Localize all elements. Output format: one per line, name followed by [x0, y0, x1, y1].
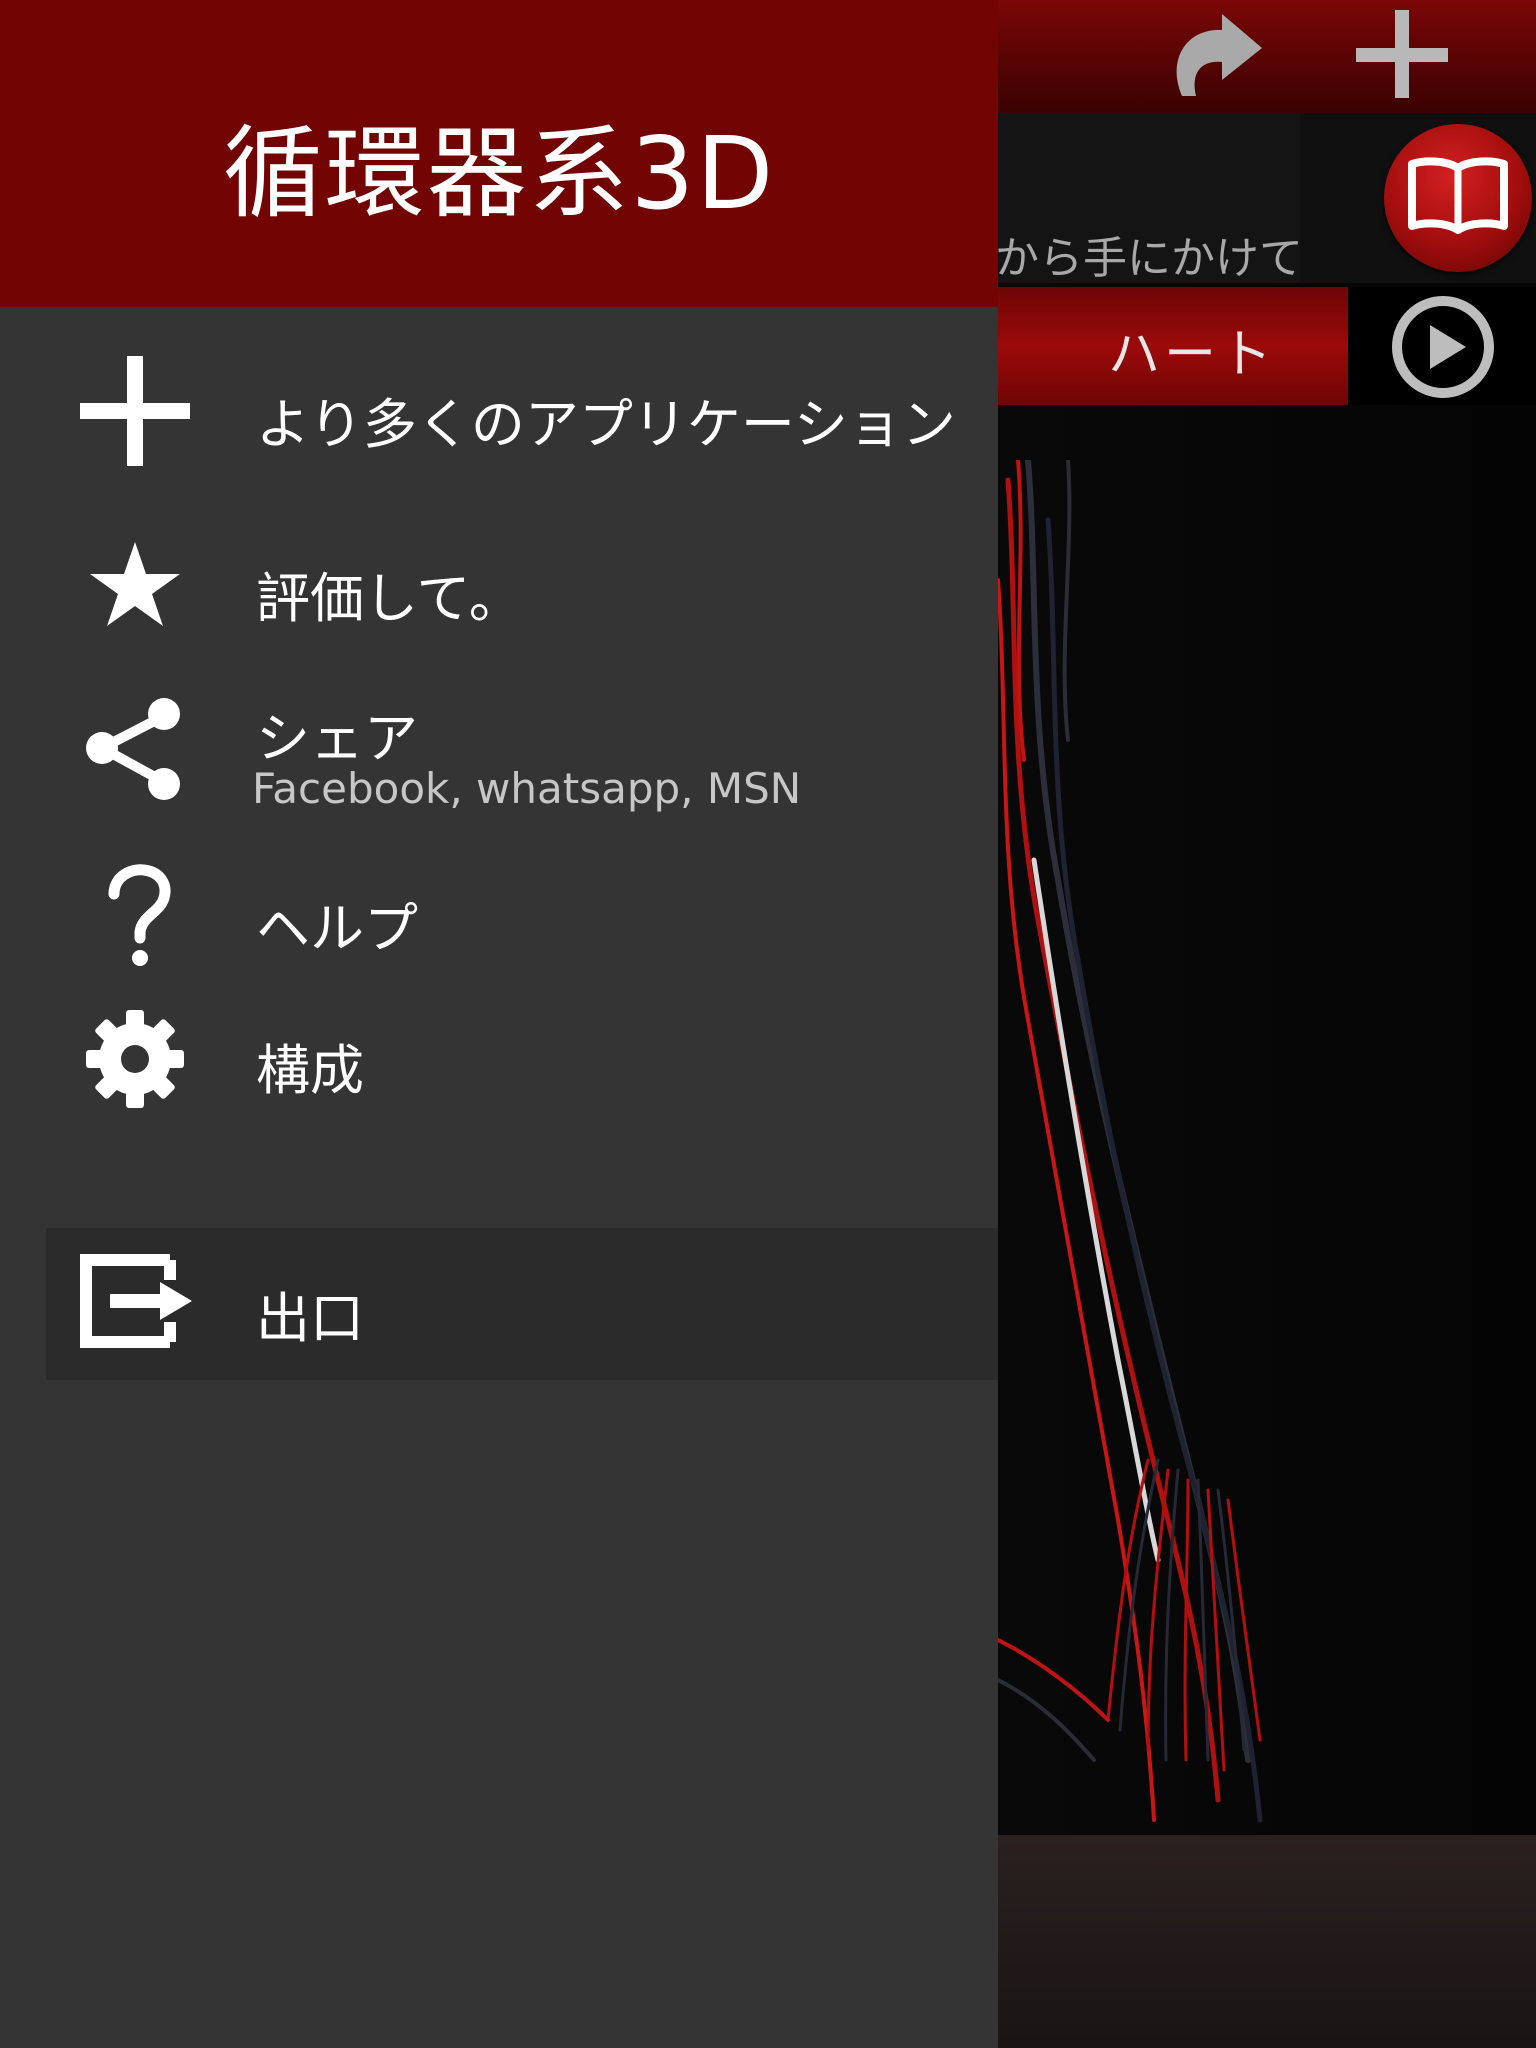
menu-sublabel-share: Facebook, whatsapp, MSN: [252, 764, 802, 813]
menu-label-rate: 評価して。: [256, 567, 523, 630]
menu-label-share: シェア: [256, 707, 418, 770]
menu-item-settings[interactable]: 構成: [46, 996, 998, 1126]
menu-item-rate[interactable]: 評価して。: [46, 516, 998, 646]
star-icon: [90, 542, 180, 626]
floor-plane: [998, 1835, 1536, 2048]
app-title: 循環器系3D: [222, 115, 776, 232]
menu-label-help: ヘルプ: [256, 897, 418, 960]
menu-item-exit[interactable]: 出口: [46, 1228, 998, 1380]
menu-label-settings: 構成: [256, 1039, 364, 1102]
redo-button[interactable]: [1160, 8, 1270, 108]
app-screen: から手にかけて ハート 循環器系3D より多くのアプリケーション 評価して。 シ…: [0, 0, 1536, 2048]
heart-tab-label: ハート: [1108, 325, 1277, 385]
navigation-drawer: 循環器系3D より多くのアプリケーション 評価して。 シェア Facebook,…: [0, 0, 998, 2048]
menu-label-exit: 出口: [256, 1287, 364, 1350]
play-button[interactable]: [1350, 287, 1536, 405]
play-icon: [1392, 296, 1494, 398]
book-button[interactable]: [1384, 124, 1532, 272]
menu-item-help[interactable]: ヘルプ: [46, 852, 998, 982]
plus-icon: [1356, 10, 1448, 98]
exit-icon: [80, 1254, 192, 1348]
menu-item-share[interactable]: シェア Facebook, whatsapp, MSN: [46, 680, 998, 830]
share-icon: [86, 698, 180, 800]
plus-icon: [80, 356, 190, 466]
redo-icon: [1176, 14, 1262, 96]
add-button[interactable]: [1350, 6, 1454, 106]
info-text: から手にかけて: [995, 233, 1303, 284]
drawer-header: 循環器系3D: [0, 0, 998, 307]
menu-item-more-apps[interactable]: より多くのアプリケーション: [46, 340, 998, 480]
help-icon: [108, 864, 171, 966]
menu-label-more-apps: より多くのアプリケーション: [256, 393, 956, 456]
circulatory-arm-model[interactable]: [998, 460, 1338, 2048]
book-icon: [1408, 157, 1508, 234]
gear-icon: [86, 1010, 184, 1108]
